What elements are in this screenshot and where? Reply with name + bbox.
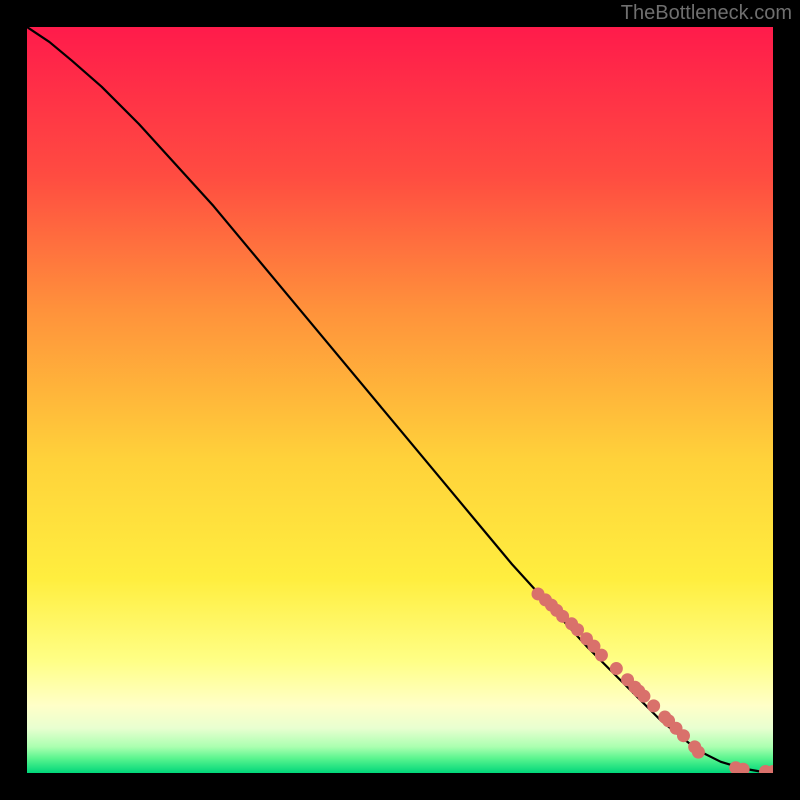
- data-point: [692, 746, 705, 759]
- data-point: [610, 662, 623, 675]
- data-point: [595, 649, 608, 662]
- data-point: [677, 729, 690, 742]
- plot-svg: [27, 27, 773, 773]
- gradient-background: [27, 27, 773, 773]
- plot-area: [27, 27, 773, 773]
- chart-canvas: TheBottleneck.com: [0, 0, 800, 800]
- data-point: [637, 690, 650, 703]
- data-point: [647, 699, 660, 712]
- watermark-text: TheBottleneck.com: [621, 2, 792, 25]
